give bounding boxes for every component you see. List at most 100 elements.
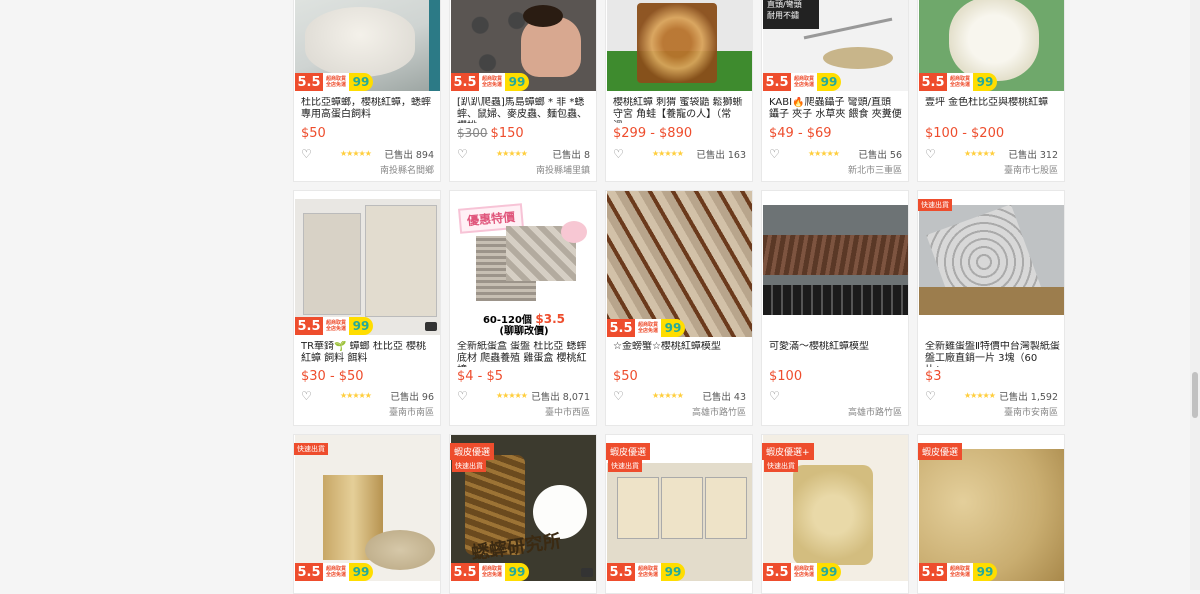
promo-banner: 5.5 超商取貨 全店免運 99: [451, 563, 529, 581]
star-rating: ★★★★★: [964, 149, 996, 158]
vertical-scrollbar[interactable]: [1190, 0, 1200, 590]
promo-line2: 全店免運: [637, 572, 658, 578]
product-card[interactable]: 蝦皮優選+ 快速出貨 5.5 超商取貨 全店免運 99: [761, 434, 909, 594]
product-title[interactable]: KABI🔥爬蟲鑷子 彎頭/直頭 鑷子 夾子 水草夾 餵食 夾糞便 ...: [769, 97, 904, 123]
price-value: $4 - $5: [457, 369, 504, 384]
promo-99: 99: [973, 73, 997, 91]
heart-icon[interactable]: ♡: [301, 389, 312, 403]
star-rating: ★★★★★: [496, 149, 528, 158]
location: 新北市三重區: [847, 166, 902, 176]
promo-99: 99: [817, 73, 841, 91]
promo-55: 5.5: [919, 73, 947, 91]
product-image[interactable]: [607, 0, 752, 91]
product-image[interactable]: 5.5 超商取貨 全店免運 99: [295, 435, 440, 581]
product-card[interactable]: 5.5 超商取貨 全店免運 99 TR華錡🌱 蟑螂 杜比亞 櫻桃紅蟑 飼料 餌料 $3…: [293, 190, 441, 426]
fast-shipping-badge: 快速出貨: [918, 199, 952, 211]
product-title[interactable]: 全新紙蛋盒 蛋盤 杜比亞 蟋蟀底材 爬蟲養殖 雞蛋盒 櫻桃紅蟑...: [457, 341, 592, 367]
heart-icon[interactable]: ♡: [769, 147, 780, 161]
promo-55: 5.5: [763, 73, 791, 91]
star-rating: ★★★★★: [808, 149, 840, 158]
product-image[interactable]: 5.5 超商取貨 全店免運 99: [919, 0, 1064, 91]
heart-icon[interactable]: ♡: [925, 147, 936, 161]
product-price: $50: [301, 126, 326, 141]
product-title[interactable]: 壹坪 金色杜比亞與櫻桃紅蟑: [925, 97, 1060, 123]
location: 臺南市南區: [388, 408, 434, 418]
product-image[interactable]: 直頭/彎頭 耐用不鏽 5.5 超商取貨 全店免運 99: [763, 0, 908, 91]
product-image[interactable]: 5.5 超商取貨 全店免運 99: [607, 191, 752, 337]
product-title[interactable]: 櫻桃紅蟑 刺猬 蜜袋鼯 鬆獅蜥 守宮 角蛙【養寵の人】（常溫...: [613, 97, 748, 123]
scrollbar-thumb[interactable]: [1192, 372, 1198, 418]
heart-icon[interactable]: ♡: [613, 147, 624, 161]
location: 臺南市七股區: [1003, 166, 1058, 176]
promo-55: 5.5: [295, 317, 323, 335]
product-card[interactable]: 櫻桃紅蟑 刺猬 蜜袋鼯 鬆獅蜥 守宮 角蛙【養寵の人】（常溫... $299 -…: [605, 0, 753, 182]
product-price: $299 - $890: [613, 126, 692, 141]
original-price: $300: [457, 126, 488, 140]
promo-line2: 全店免運: [325, 572, 346, 578]
heart-icon[interactable]: ♡: [613, 389, 624, 403]
heart-icon[interactable]: ♡: [457, 389, 468, 403]
product-image[interactable]: 5.5 超商取貨 全店免運 99: [607, 463, 752, 581]
location: 南投縣埔里鎮: [535, 166, 590, 176]
fast-shipping-badge: 快速出貨: [452, 460, 486, 472]
product-card[interactable]: 蝦皮優選 5.5 超商取貨 全店免運 99: [917, 434, 1065, 594]
product-card[interactable]: 5.5 超商取貨 全店免運 99 壹坪 金色杜比亞與櫻桃紅蟑 $100 - $200 …: [917, 0, 1065, 182]
promo-line2: 全店免運: [481, 82, 502, 88]
promo-banner: 5.5 超商取貨 全店免運 99: [607, 319, 685, 337]
location: 高雄市路竹區: [847, 408, 902, 418]
product-title[interactable]: 杜比亞蟑螂，櫻桃紅蟑，蟋蟀專用高蛋白飼料: [301, 97, 436, 123]
promo-banner: 5.5 超商取貨 全店免運 99: [295, 73, 373, 91]
price-value: $49 - $69: [769, 126, 832, 141]
heart-icon[interactable]: ♡: [457, 147, 468, 161]
product-image[interactable]: 5.5 超商取貨 全店免運 99: [295, 0, 440, 91]
sold-count: 已售出 1,592: [999, 392, 1058, 403]
product-image[interactable]: 5.5 超商取貨 全店免運 99: [451, 0, 596, 91]
price-value: $100: [769, 369, 803, 384]
preferred-badge: 蝦皮優選: [450, 443, 495, 460]
product-image[interactable]: [763, 205, 908, 315]
product-card[interactable]: 直頭/彎頭 耐用不鏽 5.5 超商取貨 全店免運 99 KABI🔥爬蟲鑷子 彎頭/直頭 …: [761, 0, 909, 182]
promo-line2: 全店免運: [793, 572, 814, 578]
product-card[interactable]: 5.5 超商取貨 全店免運 99 ☆金螃蟹☆櫻桃紅蟑模型 $50 ♡ ★★★★★ 已售…: [605, 190, 753, 426]
product-card[interactable]: 優惠特價 60-120個 $3.5 (聊聊改價) 全新紙蛋盒 蛋盤 杜比亞 蟋蟀底…: [449, 190, 597, 426]
product-title[interactable]: [趴趴爬蟲]馬島蟑螂 * 非 *蟋蟀、鼠婦、麥皮蟲、麵包蟲、櫻桃...: [457, 97, 592, 123]
heart-icon[interactable]: ♡: [925, 389, 936, 403]
product-card[interactable]: 可愛滿～櫻桃紅蟑模型 $100 ♡ 高雄市路竹區: [761, 190, 909, 426]
product-title[interactable]: ☆金螃蟹☆櫻桃紅蟑模型: [613, 341, 748, 367]
promo-banner: 5.5 超商取貨 全店免運 99: [919, 563, 997, 581]
promo-99: 99: [349, 317, 373, 335]
product-image[interactable]: 5.5 超商取貨 全店免運 99: [295, 199, 440, 335]
product-card[interactable]: 快速出貨 全新雞蛋盤Ⅱ特價中台灣製紙蛋盤工廠直銷一片 3塊（60片/... $3…: [917, 190, 1065, 426]
star-rating: ★★★★★: [340, 149, 372, 158]
star-rating: ★★★★★: [964, 391, 996, 400]
sold-count: 已售出 894: [384, 150, 434, 161]
product-title[interactable]: 全新雞蛋盤Ⅱ特價中台灣製紙蛋盤工廠直銷一片 3塊（60片/...: [925, 341, 1060, 367]
product-title[interactable]: 可愛滿～櫻桃紅蟑模型: [769, 341, 904, 367]
product-card[interactable]: 快速出貨 5.5 超商取貨 全店免運 99: [293, 434, 441, 594]
sold-count: 已售出 43: [702, 392, 746, 403]
promo-55: 5.5: [607, 563, 635, 581]
promo-55: 5.5: [607, 319, 635, 337]
product-title[interactable]: TR華錡🌱 蟑螂 杜比亞 櫻桃紅蟑 飼料 餌料: [301, 341, 436, 367]
star-rating: ★★★★★: [652, 149, 684, 158]
preferred-badge: 蝦皮優選: [606, 443, 651, 460]
promo-99: 99: [661, 319, 685, 337]
product-image[interactable]: 優惠特價 60-120個 $3.5 (聊聊改價): [451, 191, 596, 337]
promo-55: 5.5: [295, 563, 323, 581]
price-value: $100 - $200: [925, 126, 1005, 141]
price-value: $3: [925, 369, 942, 384]
promo-banner: 5.5 超商取貨 全店免運 99: [919, 73, 997, 91]
product-price: $4 - $5: [457, 369, 503, 384]
heart-icon[interactable]: ♡: [301, 147, 312, 161]
product-price: $3: [925, 369, 942, 384]
product-card[interactable]: 蝦皮優選 快速出貨 蟋蟀研究所 5.5 超商取貨 全店免運 99: [449, 434, 597, 594]
product-card[interactable]: 蝦皮優選 快速出貨 5.5 超商取貨 全店免運 99: [605, 434, 753, 594]
product-image[interactable]: 5.5 超商取貨 全店免運 99: [919, 449, 1064, 581]
heart-icon[interactable]: ♡: [769, 389, 780, 403]
egg-label: 60-120個 $3.5 (聊聊改價): [482, 312, 566, 337]
promo-55: 5.5: [451, 73, 479, 91]
product-image[interactable]: [919, 205, 1064, 315]
promo-line2: 全店免運: [325, 82, 346, 88]
product-card[interactable]: 5.5 超商取貨 全店免運 99 杜比亞蟑螂，櫻桃紅蟑，蟋蟀專用高蛋白飼料 $50 ♡…: [293, 0, 441, 182]
product-card[interactable]: 5.5 超商取貨 全店免運 99 [趴趴爬蟲]馬島蟑螂 * 非 *蟋蟀、鼠婦、麥皮蟲、…: [449, 0, 597, 182]
